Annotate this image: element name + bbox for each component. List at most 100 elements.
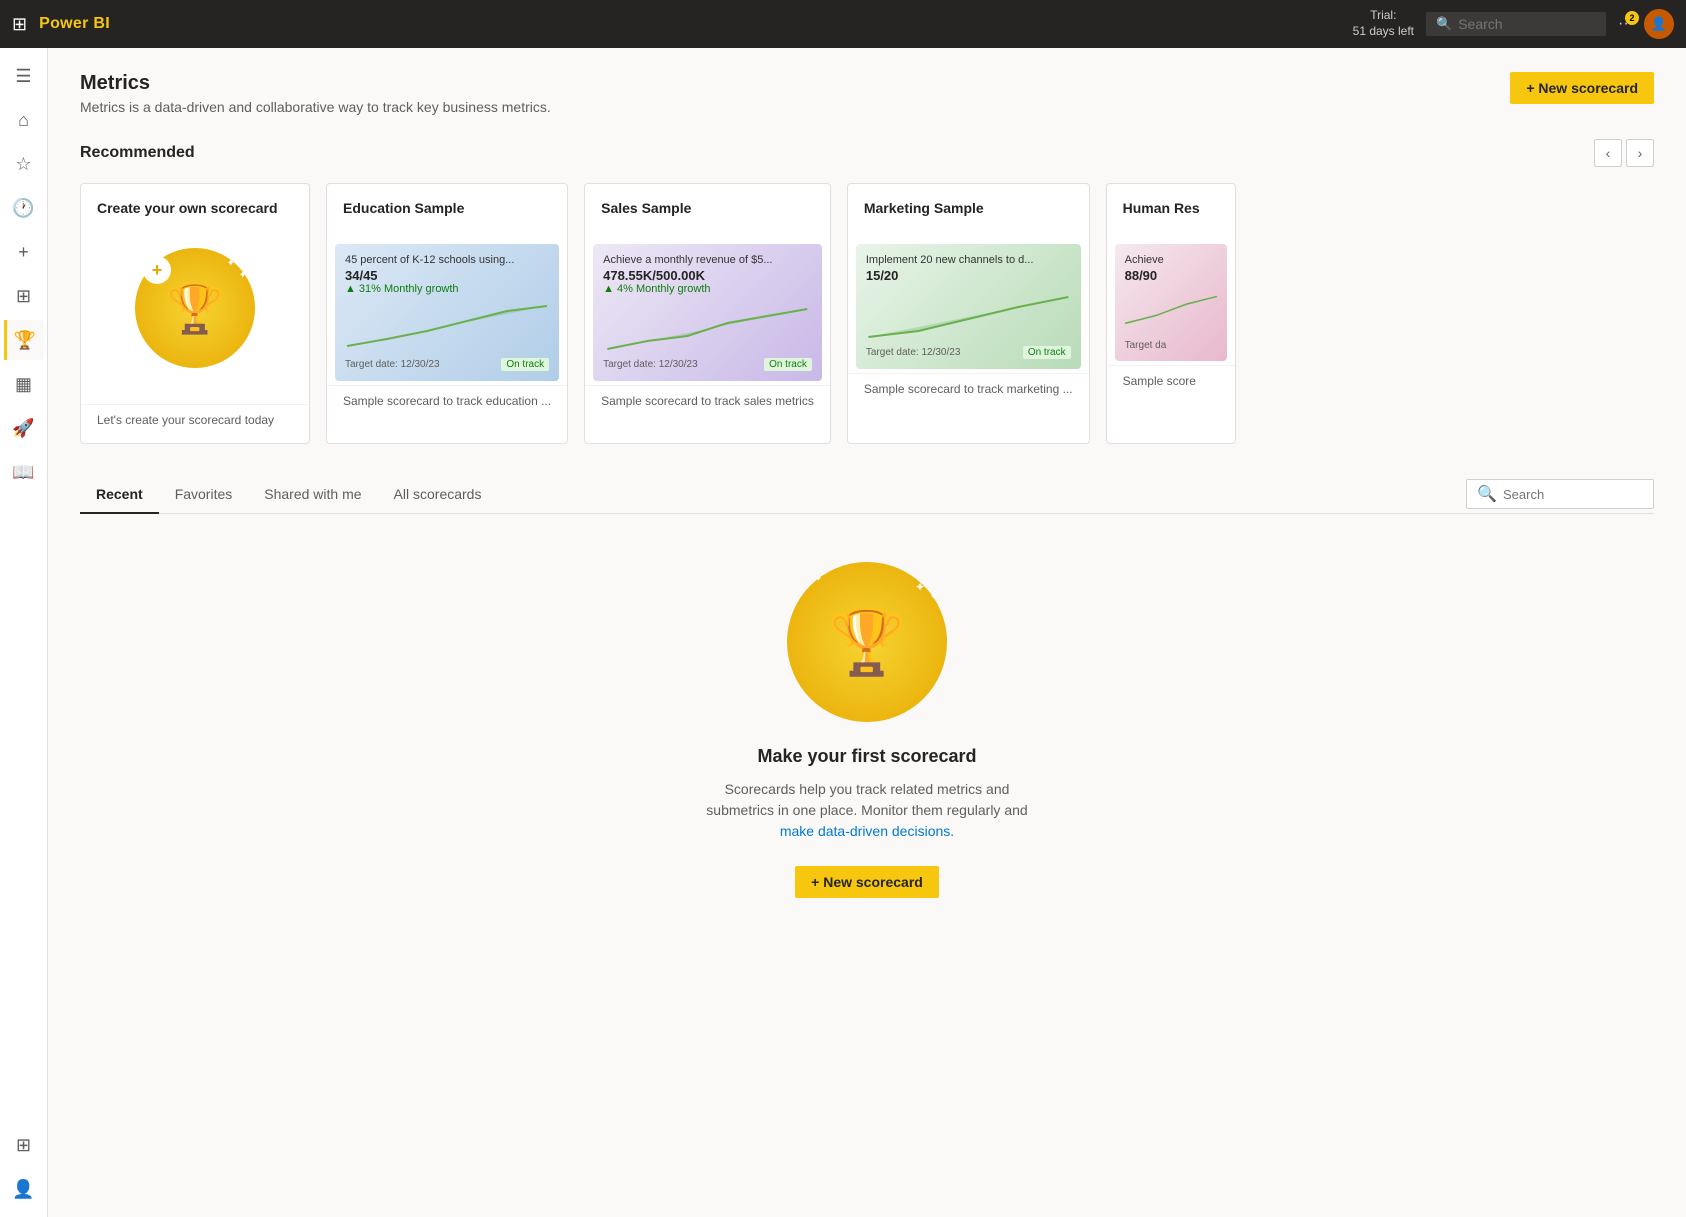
education-sample-card[interactable]: Education Sample 45 percent of K-12 scho… xyxy=(326,183,568,444)
empty-state-title: Make your first scorecard xyxy=(757,746,976,767)
create-card-desc: Let's create your scorecard today xyxy=(81,404,309,443)
carousel-prev-button[interactable]: ‹ xyxy=(1594,139,1622,167)
trial-info: Trial: 51 days left xyxy=(1353,8,1414,39)
sidebar-item-metrics[interactable]: 🏆 xyxy=(4,320,44,360)
sales-metric-value: 478.55K/500.00K xyxy=(603,268,812,283)
human-res-metric-label: Achieve xyxy=(1125,254,1217,266)
human-res-footer: Target da xyxy=(1125,340,1217,351)
sidebar-item-recent[interactable]: 🕐 xyxy=(4,188,44,228)
search-icon: 🔍 xyxy=(1436,16,1452,32)
avatar[interactable]: 👤 xyxy=(1644,9,1674,39)
education-card-desc: Sample scorecard to track education ... xyxy=(327,385,567,424)
human-res-metric-value: 88/90 xyxy=(1125,268,1217,283)
create-scorecard-card[interactable]: Create your own scorecard + 🏆 ✦ ✦ Let's … xyxy=(80,183,310,444)
sales-sample-card[interactable]: Sales Sample Achieve a monthly revenue o… xyxy=(584,183,831,444)
education-metric-label: 45 percent of K-12 schools using... xyxy=(345,254,549,266)
create-card-visual: + 🏆 ✦ ✦ xyxy=(97,228,293,388)
sales-card-footer: Target date: 12/30/23 On track xyxy=(603,358,812,371)
empty-state-new-scorecard-button[interactable]: + New scorecard xyxy=(795,866,939,898)
marketing-card-footer: Target date: 12/30/23 On track xyxy=(866,346,1071,359)
tabs-container: Recent Favorites Shared with me All scor… xyxy=(80,476,1654,514)
trophy-icon: 🏆 xyxy=(165,280,225,337)
cards-carousel: Create your own scorecard + 🏆 ✦ ✦ Let's … xyxy=(80,183,1654,444)
recommended-section-header: Recommended ‹ › xyxy=(80,139,1654,167)
sidebar-item-create[interactable]: + xyxy=(4,232,44,272)
notification-badge: 2 xyxy=(1625,11,1639,25)
sidebar-item-favorites[interactable]: ☆ xyxy=(4,144,44,184)
empty-sparkle-3: ✦ xyxy=(815,574,822,583)
page-header-text: Metrics Metrics is a data-driven and col… xyxy=(80,72,551,115)
education-card-footer: Target date: 12/30/23 On track xyxy=(345,358,549,371)
tabs-search-input[interactable] xyxy=(1503,487,1643,502)
human-res-card-desc: Sample score xyxy=(1107,365,1235,404)
recommended-title: Recommended xyxy=(80,144,195,162)
sales-card-title: Sales Sample xyxy=(601,200,814,216)
carousel-nav: ‹ › xyxy=(1594,139,1654,167)
empty-state: 🏆 ✦ ✦ ✦ Make your first scorecard Scorec… xyxy=(80,514,1654,946)
education-card-title: Education Sample xyxy=(343,200,551,216)
create-card-title: Create your own scorecard xyxy=(97,200,293,216)
topbar-search[interactable]: 🔍 xyxy=(1426,12,1606,36)
sidebar: ☰ ⌂ ☆ 🕐 + ⊞ 🏆 ▦ 🚀 📖 ⊞ 👤 xyxy=(0,48,48,1217)
marketing-metric-label: Implement 20 new channels to d... xyxy=(866,254,1071,266)
human-res-chart xyxy=(1125,283,1217,333)
sidebar-item-home[interactable]: ⌂ xyxy=(4,100,44,140)
sidebar-item-tables[interactable]: ▦ xyxy=(4,364,44,404)
main-layout: ☰ ⌂ ☆ 🕐 + ⊞ 🏆 ▦ 🚀 📖 ⊞ 👤 Metrics Metrics … xyxy=(0,48,1686,1217)
human-res-card-preview: Achieve 88/90 Target da xyxy=(1115,244,1227,361)
marketing-status-badge: On track xyxy=(1023,346,1071,359)
topbar-actions: ··· 2 👤 xyxy=(1618,9,1674,39)
marketing-card-title: Marketing Sample xyxy=(864,200,1073,216)
human-res-card-title: Human Res xyxy=(1123,200,1219,216)
sales-growth: ▲ 4% Monthly growth xyxy=(603,283,812,295)
tab-favorites[interactable]: Favorites xyxy=(159,476,249,514)
sparkle-1: ✦ xyxy=(227,258,235,269)
sparkle-2: ✦ xyxy=(239,270,247,281)
sales-status-badge: On track xyxy=(764,358,812,371)
plus-badge: + xyxy=(143,256,171,284)
education-growth: ▲ 31% Monthly growth xyxy=(345,283,549,295)
notifications-button[interactable]: ··· 2 xyxy=(1618,15,1634,33)
education-status-badge: On track xyxy=(501,358,549,371)
tabs-search-icon: 🔍 xyxy=(1477,484,1497,504)
sidebar-item-book[interactable]: 📖 xyxy=(4,452,44,492)
marketing-sample-card[interactable]: Marketing Sample Implement 20 new channe… xyxy=(847,183,1090,444)
empty-state-trophy: 🏆 ✦ ✦ ✦ xyxy=(787,562,947,722)
education-card-preview: 45 percent of K-12 schools using... 34/4… xyxy=(335,244,559,381)
grid-icon[interactable]: ⊞ xyxy=(12,14,27,35)
marketing-card-desc: Sample scorecard to track marketing ... xyxy=(848,373,1089,412)
tab-all[interactable]: All scorecards xyxy=(378,476,498,514)
sidebar-item-learn[interactable]: 🚀 xyxy=(4,408,44,448)
empty-sparkle-1: ✦ xyxy=(915,580,925,594)
sidebar-item-profile[interactable]: 👤 xyxy=(4,1169,44,1209)
tab-shared[interactable]: Shared with me xyxy=(248,476,377,514)
marketing-card-preview: Implement 20 new channels to d... 15/20 … xyxy=(856,244,1081,369)
marketing-metric-value: 15/20 xyxy=(866,268,1071,283)
education-metric-value: 34/45 xyxy=(345,268,549,283)
search-input[interactable] xyxy=(1458,16,1596,32)
empty-sparkle-2: ✦ xyxy=(930,592,937,601)
new-scorecard-button[interactable]: + New scorecard xyxy=(1510,72,1654,104)
app-logo: Power BI xyxy=(39,15,110,33)
trophy-circle: + 🏆 ✦ ✦ xyxy=(135,248,255,368)
sidebar-item-apps[interactable]: ⊞ xyxy=(4,276,44,316)
sales-card-desc: Sample scorecard to track sales metrics xyxy=(585,385,830,424)
content-area: Metrics Metrics is a data-driven and col… xyxy=(48,48,1686,1217)
marketing-chart xyxy=(866,289,1071,339)
tabs-search-box[interactable]: 🔍 xyxy=(1466,479,1654,509)
carousel-next-button[interactable]: › xyxy=(1626,139,1654,167)
empty-trophy-icon: 🏆 xyxy=(827,605,907,680)
tab-recent[interactable]: Recent xyxy=(80,476,159,514)
topbar: ⊞ Power BI Trial: 51 days left 🔍 ··· 2 👤 xyxy=(0,0,1686,48)
education-chart xyxy=(345,301,549,351)
sidebar-item-menu[interactable]: ☰ xyxy=(4,56,44,96)
empty-state-desc: Scorecards help you track related metric… xyxy=(697,779,1037,842)
sales-chart xyxy=(603,301,812,351)
sales-metric-label: Achieve a monthly revenue of $5... xyxy=(603,254,812,266)
page-title: Metrics xyxy=(80,72,551,95)
sales-card-preview: Achieve a monthly revenue of $5... 478.5… xyxy=(593,244,822,381)
human-res-sample-card[interactable]: Human Res Achieve 88/90 Target da Sample… xyxy=(1106,183,1236,444)
page-header: Metrics Metrics is a data-driven and col… xyxy=(80,72,1654,115)
page-subtitle: Metrics is a data-driven and collaborati… xyxy=(80,99,551,115)
sidebar-item-integrations[interactable]: ⊞ xyxy=(4,1125,44,1165)
